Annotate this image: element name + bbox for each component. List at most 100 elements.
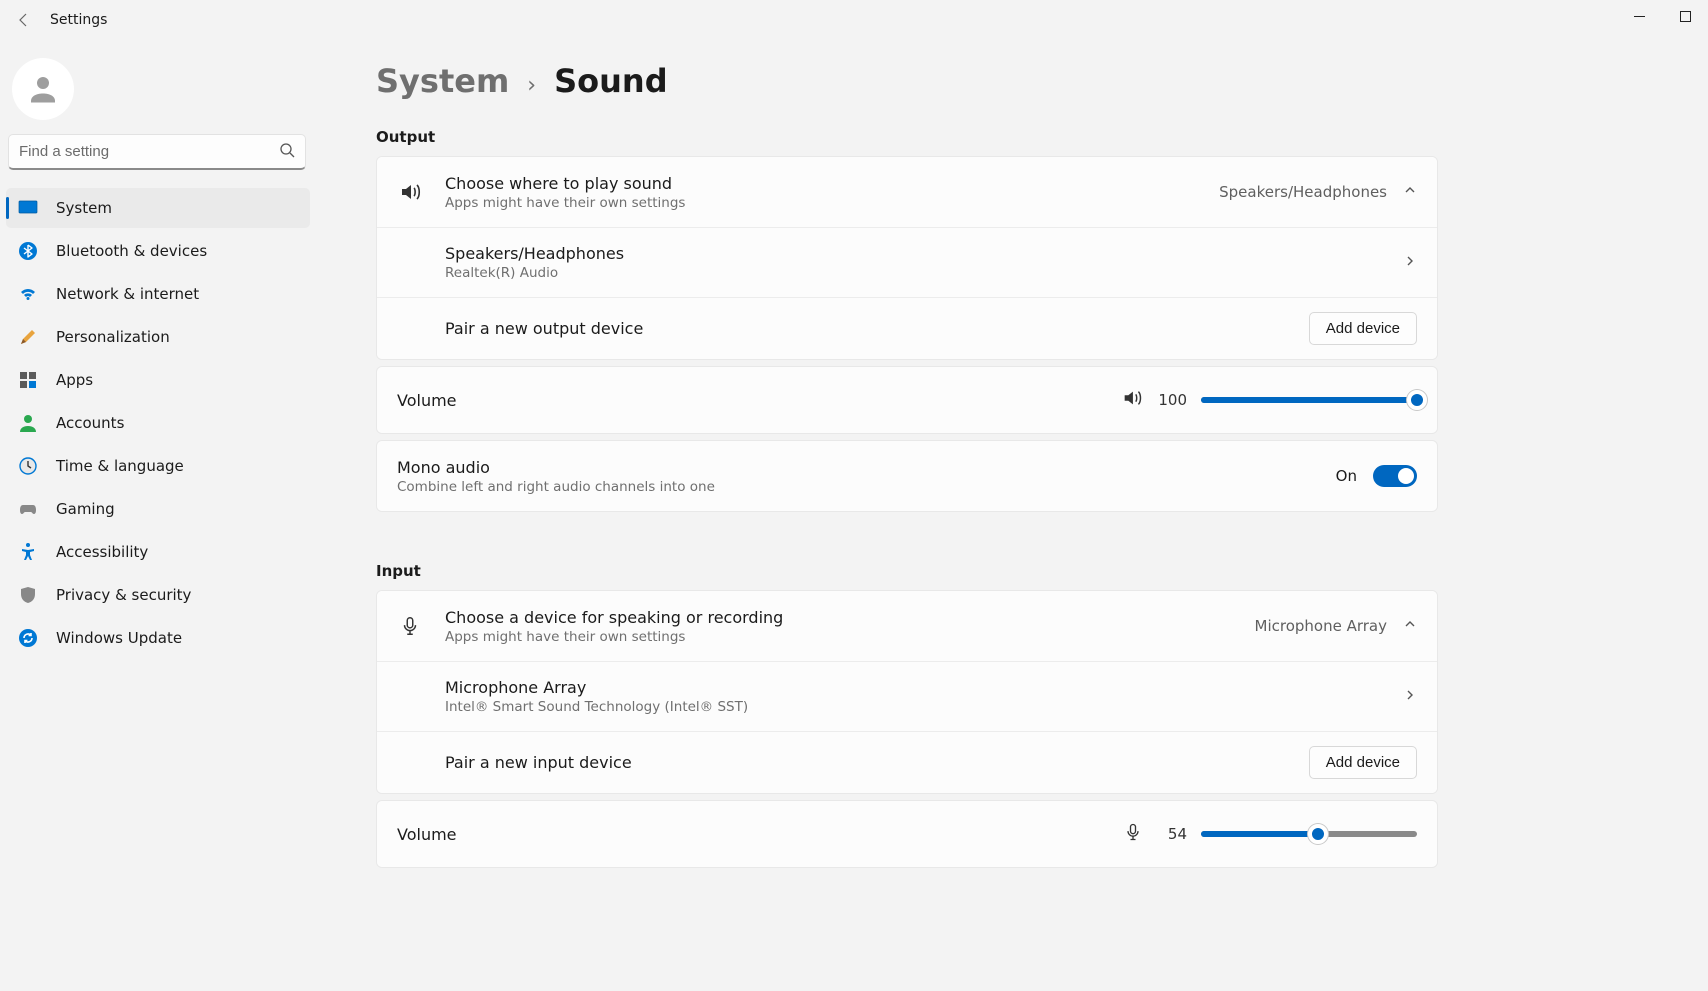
gamepad-icon — [18, 499, 38, 519]
pair-output-row: Pair a new output device Add device — [377, 297, 1437, 359]
row-subtitle: Realtek(R) Audio — [445, 265, 1403, 281]
nav-label: System — [56, 199, 112, 217]
input-device-group: Choose a device for speaking or recordin… — [376, 590, 1438, 794]
sidebar-item-time[interactable]: Time & language — [6, 446, 310, 486]
sidebar-item-system[interactable]: System — [6, 188, 310, 228]
chevron-up-icon — [1403, 183, 1417, 201]
input-volume-row: Volume 54 — [377, 801, 1437, 867]
update-icon — [18, 628, 38, 648]
system-icon — [18, 198, 38, 218]
mono-audio-row: Mono audio Combine left and right audio … — [377, 441, 1437, 511]
back-button[interactable] — [4, 0, 44, 40]
sidebar: System Bluetooth & devices Network & int… — [0, 40, 320, 991]
row-subtitle: Apps might have their own settings — [445, 195, 1219, 211]
maximize-icon — [1680, 11, 1691, 22]
row-title: Choose where to play sound — [445, 174, 1219, 193]
nav-label: Accounts — [56, 414, 124, 432]
input-volume-card: Volume 54 — [376, 800, 1438, 868]
add-input-device-button[interactable]: Add device — [1309, 746, 1417, 779]
maximize-button[interactable] — [1662, 0, 1708, 32]
row-title: Pair a new input device — [445, 753, 1309, 772]
row-subtitle: Apps might have their own settings — [445, 629, 1255, 645]
breadcrumb: System › Sound — [376, 62, 1438, 100]
row-subtitle: Intel® Smart Sound Technology (Intel® SS… — [445, 699, 1403, 715]
nav-label: Privacy & security — [56, 586, 191, 604]
sidebar-item-accessibility[interactable]: Accessibility — [6, 532, 310, 572]
row-title: Mono audio — [397, 458, 1336, 477]
add-output-device-button[interactable]: Add device — [1309, 312, 1417, 345]
sidebar-item-gaming[interactable]: Gaming — [6, 489, 310, 529]
section-output-label: Output — [376, 128, 1438, 146]
search-box[interactable] — [8, 134, 306, 170]
clock-icon — [18, 456, 38, 476]
window-controls — [1616, 0, 1708, 32]
titlebar: Settings — [0, 0, 1708, 40]
output-volume-value: 100 — [1157, 391, 1187, 409]
page-title: Sound — [554, 62, 668, 100]
nav-label: Accessibility — [56, 543, 148, 561]
microphone-icon[interactable] — [1123, 822, 1143, 846]
accessibility-icon — [18, 542, 38, 562]
row-title: Pair a new output device — [445, 319, 1309, 338]
nav-label: Apps — [56, 371, 93, 389]
breadcrumb-parent[interactable]: System — [376, 62, 509, 100]
sidebar-item-apps[interactable]: Apps — [6, 360, 310, 400]
pair-input-row: Pair a new input device Add device — [377, 731, 1437, 793]
content: System › Sound Output Choose where to pl… — [320, 40, 1708, 991]
window-title: Settings — [50, 12, 107, 28]
toggle-state-label: On — [1336, 467, 1357, 485]
search-input[interactable] — [19, 143, 279, 160]
nav: System Bluetooth & devices Network & int… — [6, 188, 310, 658]
volume-icon[interactable] — [1121, 387, 1143, 413]
output-volume-row: Volume 100 — [377, 367, 1437, 433]
row-title: Choose a device for speaking or recordin… — [445, 608, 1255, 627]
arrow-left-icon — [16, 12, 32, 28]
input-volume-value: 54 — [1157, 825, 1187, 843]
output-current-device: Speakers/Headphones — [1219, 183, 1387, 201]
nav-label: Personalization — [56, 328, 170, 346]
output-volume-card: Volume 100 — [376, 366, 1438, 434]
nav-label: Windows Update — [56, 629, 182, 647]
nav-label: Network & internet — [56, 285, 199, 303]
bluetooth-icon — [18, 241, 38, 261]
mono-audio-card: Mono audio Combine left and right audio … — [376, 440, 1438, 512]
accounts-icon — [18, 413, 38, 433]
input-device-row[interactable]: Microphone Array Intel® Smart Sound Tech… — [377, 661, 1437, 731]
sidebar-item-network[interactable]: Network & internet — [6, 274, 310, 314]
avatar — [12, 58, 74, 120]
row-title: Volume — [397, 391, 1121, 410]
row-title: Speakers/Headphones — [445, 244, 1403, 263]
chevron-right-icon — [1403, 688, 1417, 706]
account-block[interactable] — [6, 50, 310, 128]
row-title: Volume — [397, 825, 1123, 844]
mono-audio-toggle[interactable] — [1373, 465, 1417, 487]
sidebar-item-bluetooth[interactable]: Bluetooth & devices — [6, 231, 310, 271]
chevron-right-icon: › — [527, 73, 536, 98]
minimize-icon — [1634, 11, 1645, 22]
minimize-button[interactable] — [1616, 0, 1662, 32]
speaker-icon — [397, 179, 423, 205]
row-title: Microphone Array — [445, 678, 1403, 697]
row-subtitle: Combine left and right audio channels in… — [397, 479, 1336, 495]
output-volume-slider[interactable] — [1201, 397, 1417, 403]
section-input-label: Input — [376, 562, 1438, 580]
chevron-right-icon — [1403, 254, 1417, 272]
chevron-up-icon — [1403, 617, 1417, 635]
microphone-icon — [397, 613, 423, 639]
sidebar-item-privacy[interactable]: Privacy & security — [6, 575, 310, 615]
nav-label: Time & language — [56, 457, 184, 475]
search-icon — [279, 142, 295, 162]
nav-label: Bluetooth & devices — [56, 242, 207, 260]
choose-input-row[interactable]: Choose a device for speaking or recordin… — [377, 591, 1437, 661]
input-volume-slider[interactable] — [1201, 831, 1417, 837]
sidebar-item-personalization[interactable]: Personalization — [6, 317, 310, 357]
wifi-icon — [18, 284, 38, 304]
sidebar-item-update[interactable]: Windows Update — [6, 618, 310, 658]
nav-label: Gaming — [56, 500, 115, 518]
output-device-group: Choose where to play sound Apps might ha… — [376, 156, 1438, 360]
person-icon — [25, 71, 61, 107]
output-device-row[interactable]: Speakers/Headphones Realtek(R) Audio — [377, 227, 1437, 297]
sidebar-item-accounts[interactable]: Accounts — [6, 403, 310, 443]
choose-output-row[interactable]: Choose where to play sound Apps might ha… — [377, 157, 1437, 227]
apps-icon — [18, 370, 38, 390]
